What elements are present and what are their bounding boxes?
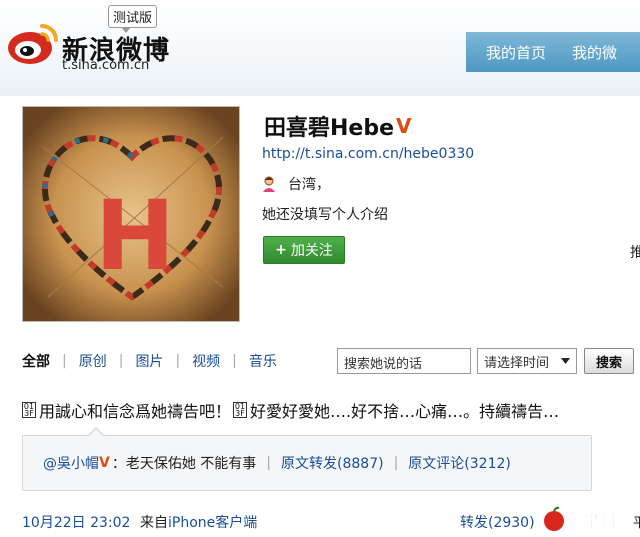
missing-glyph-icon: 01 3F: [233, 402, 248, 418]
source-prefix: 来自: [140, 515, 168, 531]
repost-box: @吳小帽 V ：老天保佑她 不能有事 | 原文转发(8887) | 原文评论(3…: [22, 427, 592, 491]
sina-weibo-logo-icon[interactable]: [4, 12, 62, 70]
site-header: 测试版 新浪微博 t.sina.com.cn 我的首页 我的微: [0, 0, 640, 96]
original-comment-link[interactable]: 原文评论(3212): [408, 453, 511, 473]
watermark-text: 蘋果日報: [566, 511, 635, 532]
edge-cut-text: 推: [630, 245, 640, 261]
watermark-edge-char: 平: [633, 516, 640, 531]
repost-content: ：老天保佑她 不能有事: [111, 456, 257, 472]
tab-original[interactable]: 原创: [79, 351, 107, 371]
logo-url: t.sina.com.cn: [62, 58, 150, 73]
female-user-icon: [263, 176, 275, 192]
apple-daily-watermark: 蘋果日報 平: [544, 506, 640, 532]
source-link[interactable]: iPhone客户端: [168, 515, 257, 531]
post-text-part2: 好愛好愛她….好不捨…心痛…。持續禱告…: [250, 402, 560, 421]
avatar-letter: H: [95, 180, 175, 292]
profile-location: 台湾，: [262, 174, 330, 194]
location-text: 台湾，: [288, 177, 330, 193]
search-button[interactable]: 搜索: [584, 348, 634, 374]
profile-bio: 她还没填写个人介绍: [262, 207, 388, 223]
profile-avatar[interactable]: H: [22, 106, 240, 322]
tab-videos[interactable]: 视频: [192, 351, 220, 371]
repost-user-link[interactable]: @吳小帽: [43, 453, 99, 473]
post-text: 01 3F 用誠心和信念爲她禱告吧！ 01 3F 好愛好愛她….好不捨…心痛…。持續…: [22, 398, 559, 422]
time-select[interactable]: 请选择时间: [477, 348, 577, 374]
post-source: 来自iPhone客户端: [140, 512, 257, 532]
tab-music[interactable]: 音乐: [249, 351, 277, 371]
missing-glyph-icon: 01 3F: [22, 402, 36, 418]
feed-tabs: 全部 | 原创 | 图片 | 视频 | 音乐: [22, 351, 277, 371]
profile-url-link[interactable]: http://t.sina.com.cn/hebe0330: [262, 146, 474, 162]
search-input[interactable]: 搜索她说的话: [337, 348, 471, 374]
profile-name: 田喜碧Hebe V: [264, 110, 412, 142]
avatar-image: H: [23, 107, 239, 321]
nav-my-weibo[interactable]: 我的微: [546, 42, 617, 63]
chevron-down-icon: [561, 358, 570, 364]
repost-count-link[interactable]: 转发(2930): [460, 512, 535, 532]
tab-images[interactable]: 图片: [135, 351, 163, 371]
post-text-part1: 用誠心和信念爲她禱告吧！: [39, 402, 232, 421]
follow-button[interactable]: + 加关注: [263, 236, 345, 264]
tab-all[interactable]: 全部: [22, 351, 50, 371]
nav-my-home[interactable]: 我的首页: [466, 42, 546, 63]
beta-badge: 测试版: [108, 5, 158, 33]
follow-label: 加关注: [290, 243, 333, 259]
profile-name-text: 田喜碧Hebe: [264, 116, 395, 141]
original-repost-link[interactable]: 原文转发(8887): [281, 453, 384, 473]
verified-badge-icon: V: [99, 455, 110, 471]
verified-badge-icon: V: [396, 114, 412, 138]
plus-icon: +: [275, 242, 287, 258]
time-select-value: 请选择时间: [484, 355, 550, 371]
top-nav: 我的首页 我的微: [466, 32, 640, 72]
post-time-link[interactable]: 10月22日 23:02: [22, 512, 130, 532]
